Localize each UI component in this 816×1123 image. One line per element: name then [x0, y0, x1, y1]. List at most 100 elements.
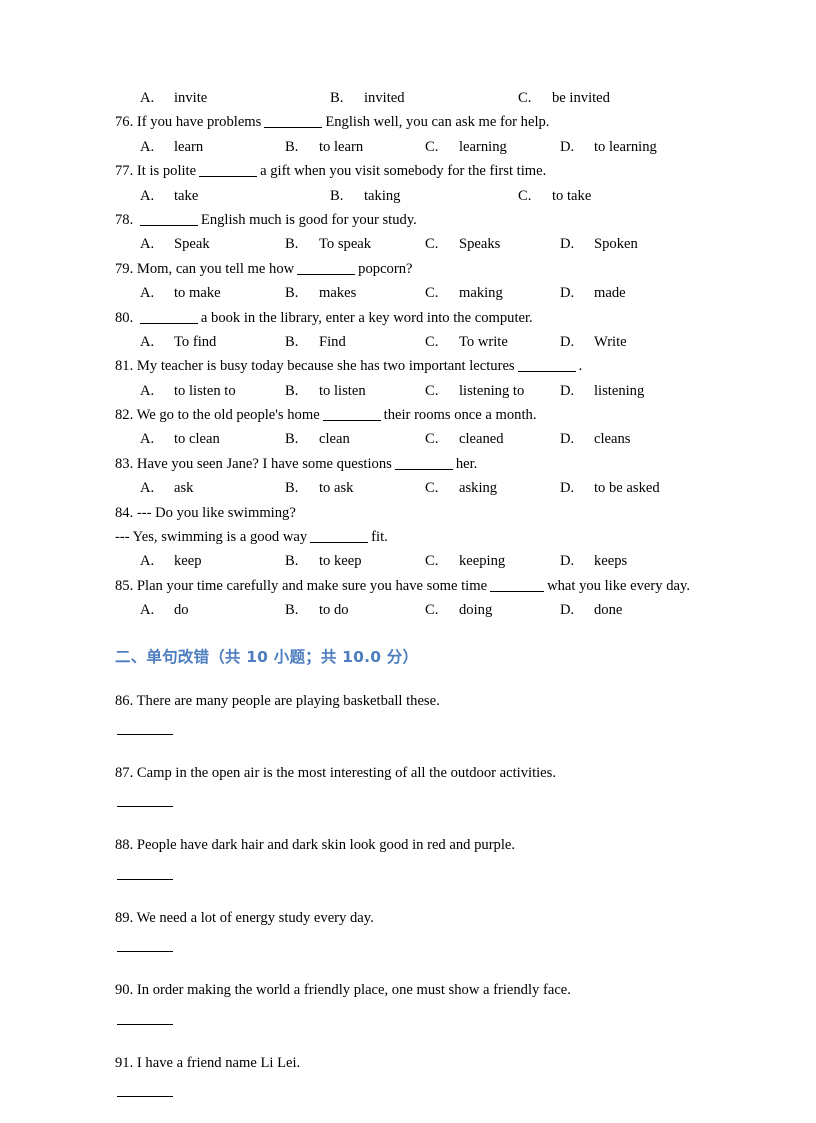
option-d[interactable]: D. listening — [560, 379, 644, 403]
option-c[interactable]: C. cleaned — [425, 427, 504, 451]
option-c[interactable]: C. making — [425, 281, 503, 305]
error-correction-text-90: In order making the world a friendly pla… — [136, 982, 571, 999]
answer-blank-82[interactable] — [322, 420, 381, 422]
option-label-a: A. — [140, 431, 155, 448]
option-b[interactable]: B. to keep — [285, 549, 362, 573]
option-b[interactable]: B. invited — [330, 86, 405, 110]
option-c[interactable]: C. keeping — [425, 549, 505, 573]
option-c[interactable]: C. doing — [425, 598, 492, 622]
error-correction-text-86: There are many people are playing basket… — [136, 692, 440, 709]
option-b[interactable]: B. to ask — [285, 476, 353, 500]
question-text-80-after: a book in the library, enter a key word … — [200, 309, 533, 326]
option-text-b: makes — [319, 285, 357, 302]
option-a[interactable]: A. ask — [140, 476, 193, 500]
option-c[interactable]: C. To write — [425, 330, 508, 354]
option-b[interactable]: B. to listen — [285, 379, 366, 403]
question-number-84: 84. — [115, 504, 134, 521]
option-a[interactable]: A. to clean — [140, 427, 220, 451]
section-spacer-top — [115, 623, 703, 645]
answer-blank-79[interactable] — [297, 273, 356, 275]
page-content: A. invite B. invited C. be invited 76. If y… — [115, 86, 703, 1123]
option-b[interactable]: B. taking — [330, 184, 400, 208]
option-text-c: cleaned — [459, 431, 504, 448]
option-d[interactable]: D. done — [560, 598, 622, 622]
option-b[interactable]: B. clean — [285, 427, 350, 451]
option-text-c: listening to — [459, 382, 525, 399]
option-text-a: invite — [174, 90, 208, 106]
question-text-81-before: My teacher is busy today because she has… — [136, 358, 515, 375]
answer-blank-78[interactable] — [139, 224, 198, 226]
options-row-84: A. keep B. to keep C. keeping D. keeps — [115, 549, 703, 573]
option-text-b: to ask — [319, 480, 354, 497]
question-number-83: 83. — [115, 455, 134, 472]
answer-blank-77[interactable] — [199, 176, 258, 178]
option-d[interactable]: D. to learning — [560, 135, 657, 159]
answer-after-gap — [115, 880, 703, 906]
answer-blank-84[interactable] — [310, 542, 369, 544]
option-text-c: keeping — [459, 553, 506, 570]
question-text-83-after: her. — [455, 455, 478, 472]
question-number-79: 79. — [115, 260, 134, 277]
option-c[interactable]: C. asking — [425, 476, 497, 500]
option-a[interactable]: A. to make — [140, 281, 221, 305]
option-d[interactable]: D. Spoken — [560, 232, 638, 256]
option-label-d: D. — [560, 431, 575, 448]
option-label-d: D. — [560, 553, 575, 570]
option-d[interactable]: D. made — [560, 281, 626, 305]
error-correction-number-86: 86. — [115, 692, 134, 709]
option-text-c: doing — [459, 602, 493, 619]
question-text-76-after: English well, you can ask me for help. — [325, 114, 550, 131]
option-c[interactable]: C. to take — [518, 184, 591, 208]
option-a[interactable]: A. To find — [140, 330, 216, 354]
error-correction-item-86: 86. There are many people are playing ba… — [115, 689, 703, 761]
option-text-a: To find — [174, 333, 217, 350]
option-label-a: A. — [140, 236, 155, 253]
question-stem-83: 83. Have you seen Jane? I have some ques… — [115, 452, 703, 476]
option-c[interactable]: C. Speaks — [425, 232, 500, 256]
error-correction-question-87: 87. Camp in the open air is the most int… — [115, 761, 703, 785]
answer-after-gap — [115, 952, 703, 978]
answer-blank-80[interactable] — [139, 322, 198, 324]
option-c[interactable]: C. learning — [425, 135, 507, 159]
option-d[interactable]: D. keeps — [560, 549, 627, 573]
option-a[interactable]: A. to listen to — [140, 379, 236, 403]
option-a[interactable]: A. invite — [140, 86, 207, 110]
option-d[interactable]: D. Write — [560, 330, 627, 354]
option-d[interactable]: D. to be asked — [560, 476, 660, 500]
option-c[interactable]: C. listening to — [425, 379, 524, 403]
options-row-78: A. Speak B. To speak C. Speaks D. Spoken — [115, 232, 703, 256]
option-a[interactable]: A. learn — [140, 135, 203, 159]
option-a[interactable]: A. take — [140, 184, 198, 208]
question-stem-78: 78. English much is good for your study. — [115, 208, 703, 232]
answer-blank-85[interactable] — [490, 590, 545, 592]
option-label-a: A. — [140, 333, 155, 350]
option-text-a: ask — [174, 480, 194, 497]
option-label-c: C. — [425, 382, 439, 399]
option-a[interactable]: A. Speak — [140, 232, 210, 256]
option-b[interactable]: B. To speak — [285, 232, 371, 256]
question-text-78-after: English much is good for your study. — [200, 211, 417, 228]
question-number-80: 80. — [115, 309, 134, 326]
option-label-c: C. — [425, 138, 439, 155]
option-label-c: C. — [425, 553, 439, 570]
option-text-b: Find — [319, 333, 346, 350]
option-d[interactable]: D. cleans — [560, 427, 630, 451]
answer-blank-83[interactable] — [394, 468, 453, 470]
question-stem-81: 81. My teacher is busy today because she… — [115, 354, 703, 378]
option-b[interactable]: B. Find — [285, 330, 346, 354]
option-c[interactable]: C. be invited — [518, 86, 610, 110]
option-label-b: B. — [285, 431, 299, 448]
answer-blank-81[interactable] — [517, 371, 576, 373]
option-label-a: A. — [140, 90, 155, 106]
question-stem-80: 80. a book in the library, enter a key w… — [115, 306, 703, 330]
answer-blank-76[interactable] — [264, 127, 323, 129]
option-label-b: B. — [330, 187, 344, 204]
option-a[interactable]: A. do — [140, 598, 189, 622]
answer-gap — [115, 858, 703, 879]
option-b[interactable]: B. makes — [285, 281, 356, 305]
option-label-a: A. — [140, 285, 155, 302]
option-b[interactable]: B. to learn — [285, 135, 363, 159]
option-b[interactable]: B. to do — [285, 598, 349, 622]
option-text-d: done — [594, 602, 623, 619]
option-a[interactable]: A. keep — [140, 549, 202, 573]
